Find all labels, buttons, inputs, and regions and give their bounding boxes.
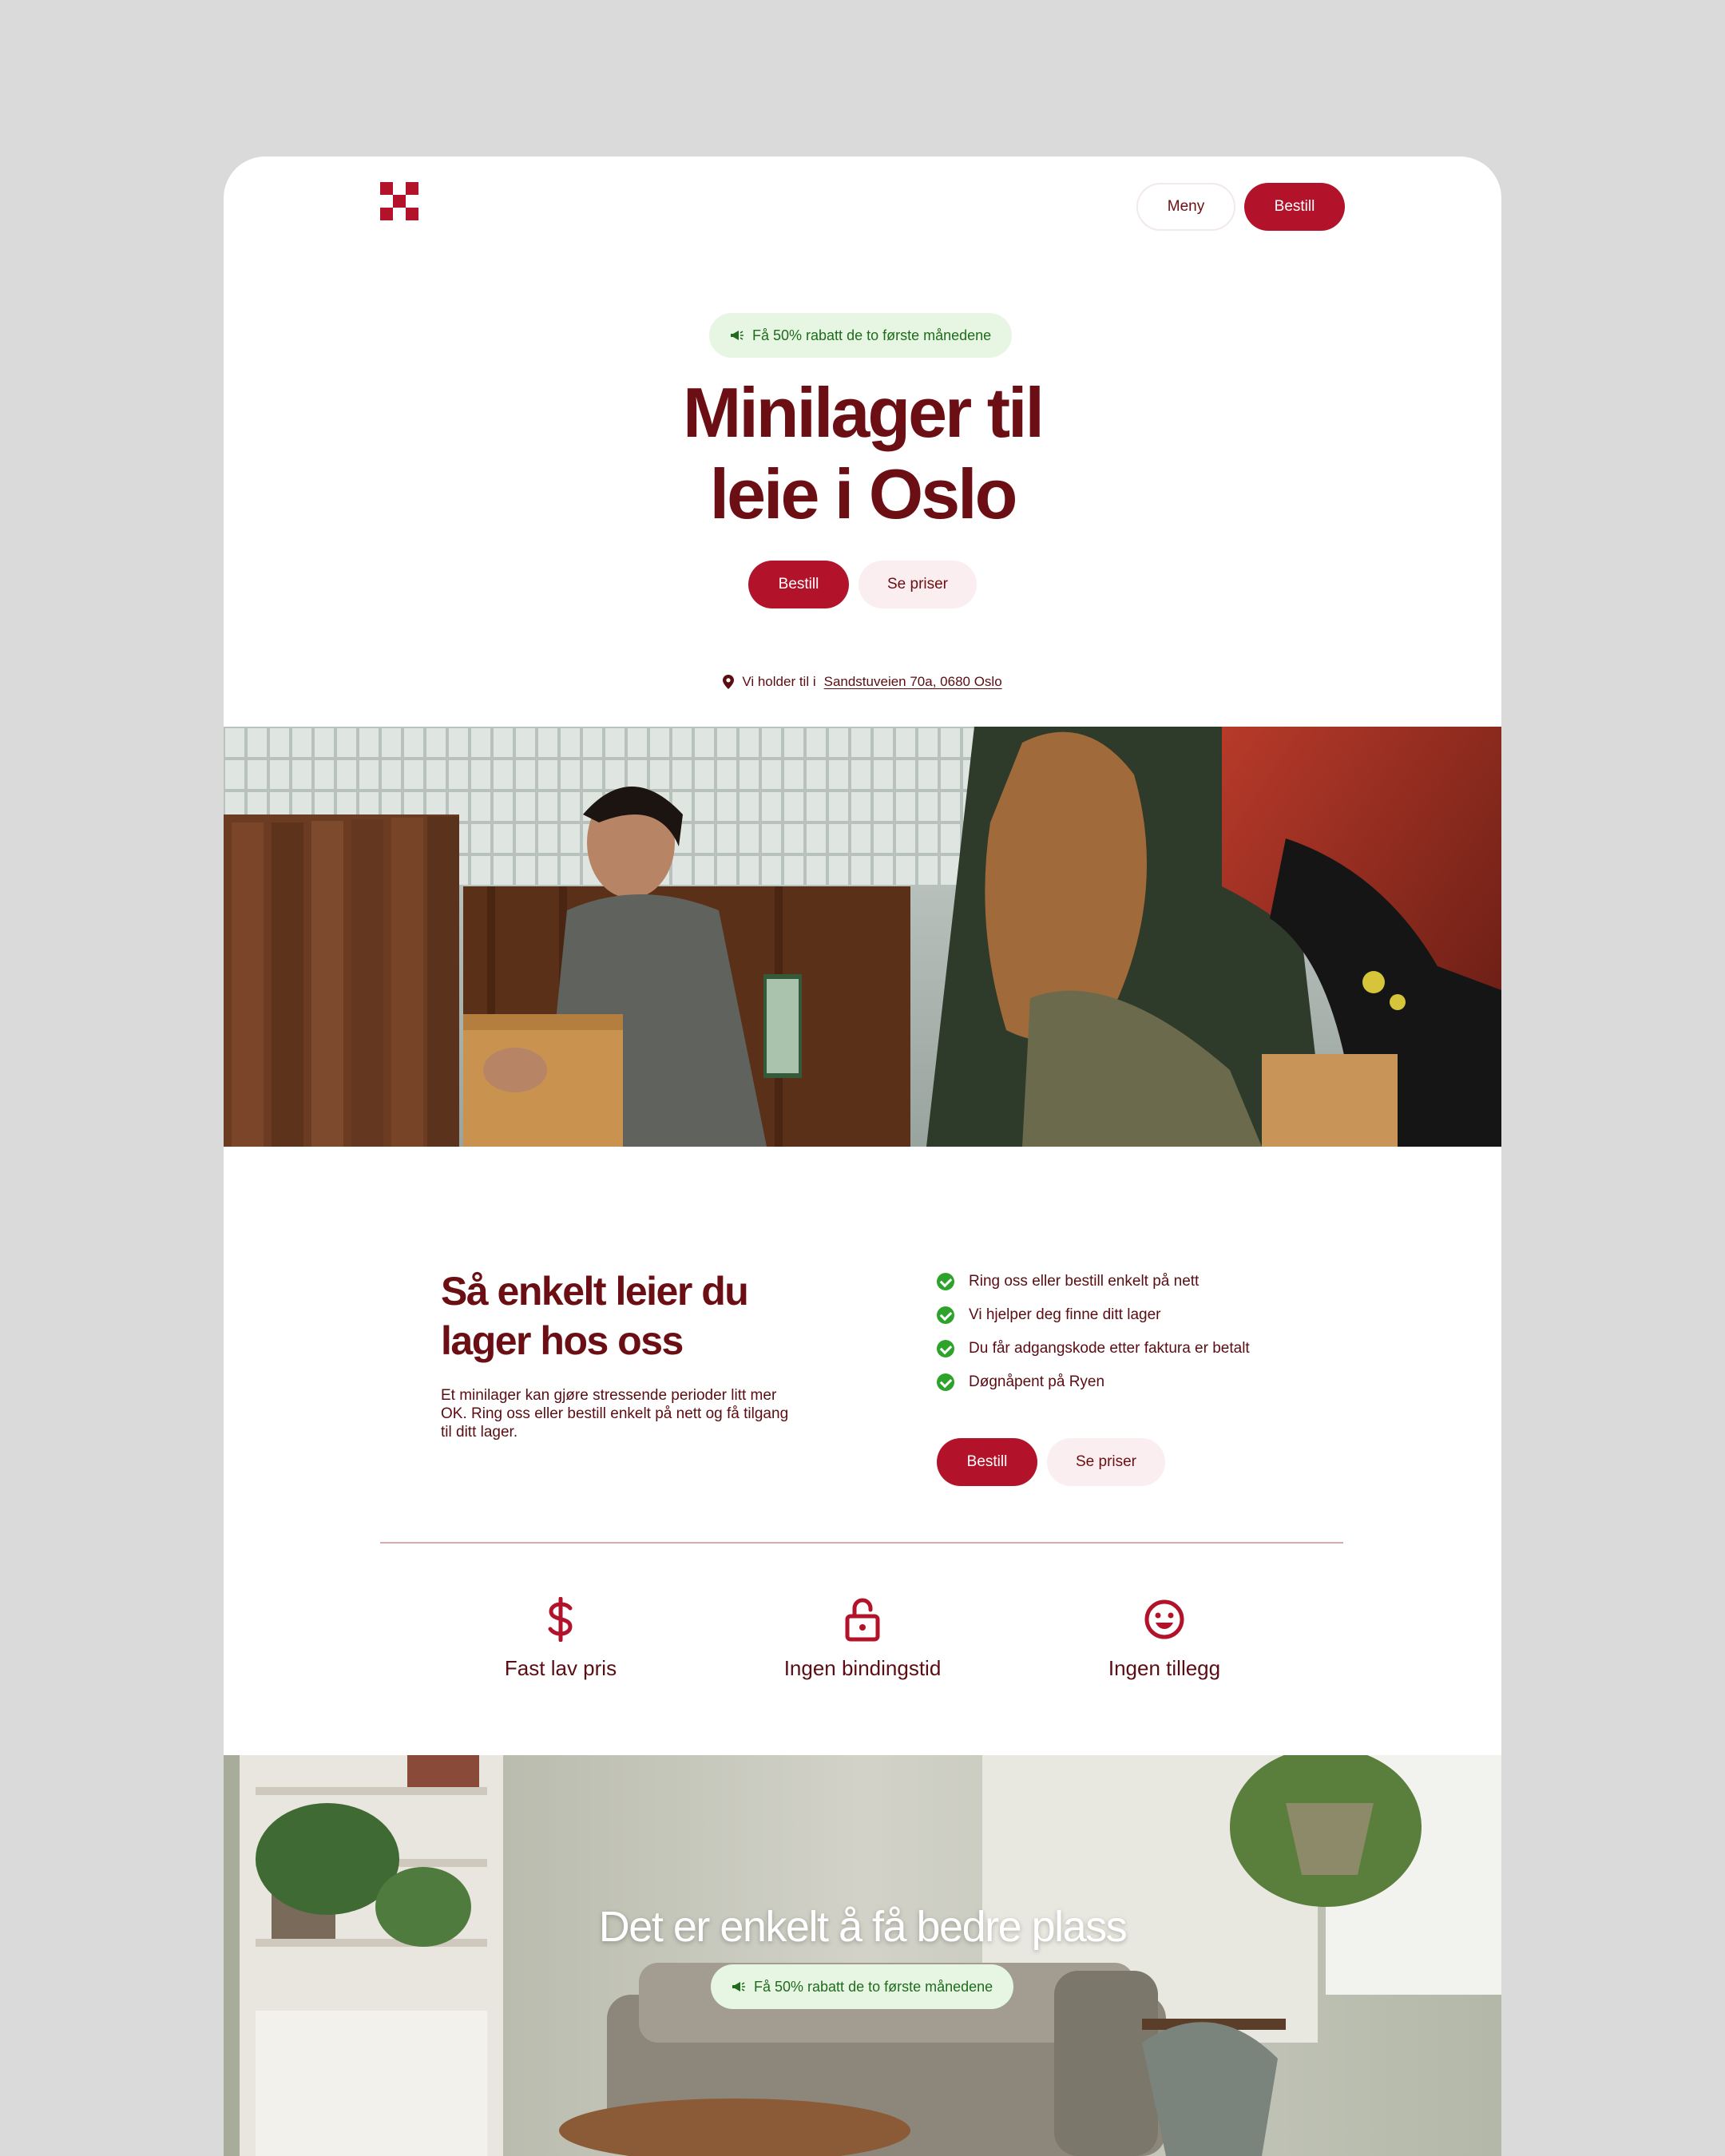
check-circle-icon — [937, 1273, 954, 1290]
location-address-link[interactable]: Sandstuveien 70a, 0680 Oslo — [824, 674, 1002, 690]
feature-label: Fast lav pris — [504, 1656, 617, 1680]
how-it-works-title-line2: lager hos oss — [441, 1318, 684, 1363]
check-circle-icon — [937, 1306, 954, 1324]
living-room-banner — [224, 1755, 1501, 2156]
how-it-works-title: Så enkelt leier du lager hos oss — [441, 1266, 808, 1365]
hero-title-line1: Minilager til — [683, 373, 1045, 452]
how-it-works-description: Et minilager kan gjøre stressende period… — [441, 1387, 789, 1441]
checklist-item: Vi hjelper deg finne ditt lager — [937, 1298, 1250, 1332]
checklist-item-text: Ring oss eller bestill enkelt på nett — [969, 1273, 1200, 1290]
promo-text: Få 50% rabatt de to første månedene — [752, 327, 992, 343]
section-order-button[interactable]: Bestill — [937, 1438, 1037, 1486]
page-card: Meny Bestill Få 50% rabatt de to første … — [224, 157, 1501, 2156]
hero-title: Minilager til leie i Oslo — [224, 372, 1501, 535]
location-prefix: Vi holder til i — [742, 674, 816, 689]
feature-label: Ingen tillegg — [1108, 1656, 1221, 1680]
checklist-item-text: Vi hjelper deg finne ditt lager — [969, 1306, 1161, 1323]
checklist-item: Du får adgangskode etter faktura er beta… — [937, 1332, 1250, 1365]
megaphone-icon — [731, 331, 744, 340]
megaphone-icon — [732, 1982, 745, 1992]
hero-photo — [224, 727, 1501, 1147]
checklist-item: Ring oss eller bestill enkelt på nett — [937, 1265, 1250, 1298]
feature-no-binding: Ingen bindingstid — [743, 1594, 982, 1681]
hero-order-button[interactable]: Bestill — [748, 561, 849, 608]
section-prices-button[interactable]: Se priser — [1047, 1438, 1165, 1486]
map-pin-icon — [723, 675, 735, 689]
bottom-banner-title: Det er enkelt å få bedre plass — [598, 1903, 1128, 1951]
checklist-item: Døgnåpent på Ryen — [937, 1365, 1250, 1399]
feature-fixed-price: Fast lav pris — [441, 1594, 680, 1681]
bottom-promo-badge: Få 50% rabatt de to første månedene — [711, 1964, 1014, 2009]
checklist-item-text: Du får adgangskode etter faktura er beta… — [969, 1340, 1250, 1357]
menu-button[interactable]: Meny — [1136, 183, 1235, 231]
dollar-icon — [441, 1594, 680, 1645]
hero-prices-button[interactable]: Se priser — [859, 561, 977, 608]
location-line: Vi holder til i Sandstuveien 70a, 0680 O… — [224, 674, 1501, 690]
section-divider — [380, 1542, 1343, 1544]
header-order-button[interactable]: Bestill — [1244, 183, 1345, 231]
feature-no-extras: Ingen tillegg — [1045, 1594, 1284, 1681]
unlock-icon — [743, 1594, 982, 1645]
benefits-checklist: Ring oss eller bestill enkelt på nett Vi… — [937, 1265, 1250, 1399]
promo-text: Få 50% rabatt de to første månedene — [754, 1978, 993, 1995]
checklist-item-text: Døgnåpent på Ryen — [969, 1373, 1105, 1390]
smiley-icon — [1045, 1594, 1284, 1645]
check-circle-icon — [937, 1340, 954, 1357]
how-it-works-title-line1: Så enkelt leier du — [441, 1269, 749, 1314]
checker-logo[interactable] — [380, 182, 418, 220]
feature-label: Ingen bindingstid — [783, 1656, 942, 1680]
check-circle-icon — [937, 1373, 954, 1391]
hero-title-line2: leie i Oslo — [709, 454, 1018, 533]
promo-badge: Få 50% rabatt de to første månedene — [709, 313, 1013, 358]
